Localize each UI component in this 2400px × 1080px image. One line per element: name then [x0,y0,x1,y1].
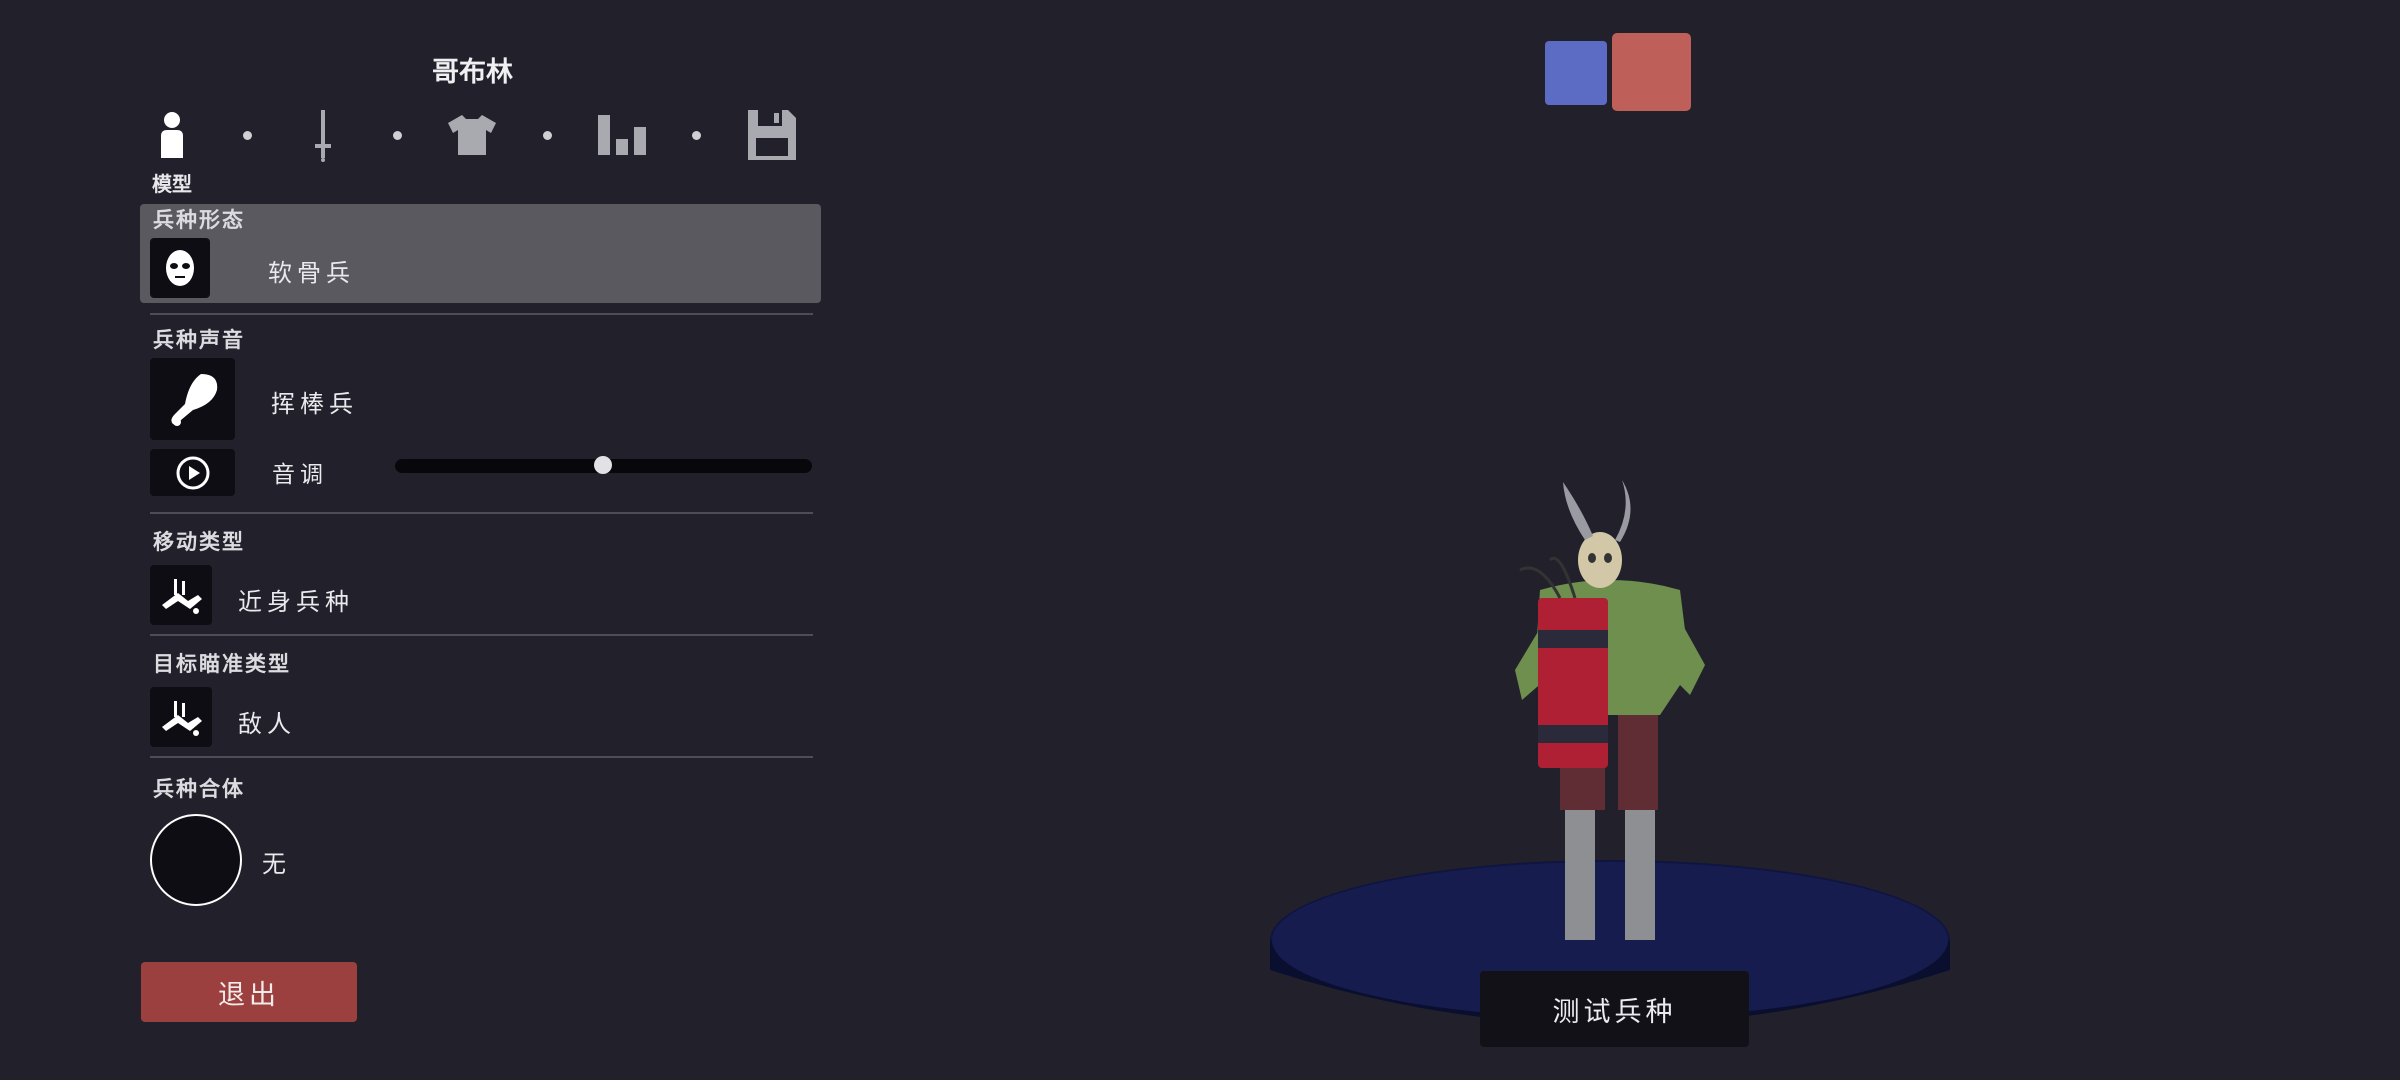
test-unit-button[interactable]: 测试兵种 [1480,971,1749,1047]
unit-mount-value: 无 [262,850,291,878]
play-icon [176,456,209,489]
unit-voice-value: 挥棒兵 [271,390,358,418]
club-icon [170,374,217,426]
step-separator-dot [692,131,701,140]
targeting-type-value: 敌人 [238,710,296,738]
team-blue-button[interactable] [1545,41,1607,105]
movement-type-button[interactable] [150,565,212,625]
targeting-type-heading: 目标瞄准类型 [153,652,291,676]
exit-button[interactable]: 退出 [141,962,357,1022]
target-enemy-icon [162,701,202,736]
section-divider [150,756,813,758]
movement-type-heading: 移动类型 [153,530,245,554]
section-divider [150,634,813,636]
step-separator-dot [543,131,552,140]
movement-type-value: 近身兵种 [238,588,354,616]
sword-icon[interactable] [305,108,341,162]
unit-name-title: 哥布林 [432,57,513,88]
section-divider [150,512,813,514]
melee-rider-icon [162,579,202,614]
unit-mount-heading: 兵种合体 [153,777,245,801]
pitch-label: 音调 [272,462,328,488]
person-icon[interactable] [152,108,192,162]
step-separator-dot [393,131,402,140]
step-separator-dot [243,131,252,140]
bar-chart-icon[interactable] [594,108,650,162]
shirt-icon[interactable] [444,108,500,162]
targeting-type-button[interactable] [150,687,212,747]
floppy-disk-icon[interactable] [744,108,800,162]
pitch-slider-thumb[interactable] [594,456,612,474]
mount-select-button[interactable] [150,814,242,906]
team-red-button[interactable] [1612,33,1691,111]
unit-voice-heading: 兵种声音 [153,328,245,352]
voice-select-button[interactable] [150,358,235,440]
play-pitch-button[interactable] [150,449,235,496]
unit-form-value: 软骨兵 [268,259,355,287]
unit-form-heading: 兵种形态 [153,208,245,232]
section-divider [150,313,813,315]
active-step-label: 模型 [152,172,192,196]
skull-mask-icon [150,238,210,298]
